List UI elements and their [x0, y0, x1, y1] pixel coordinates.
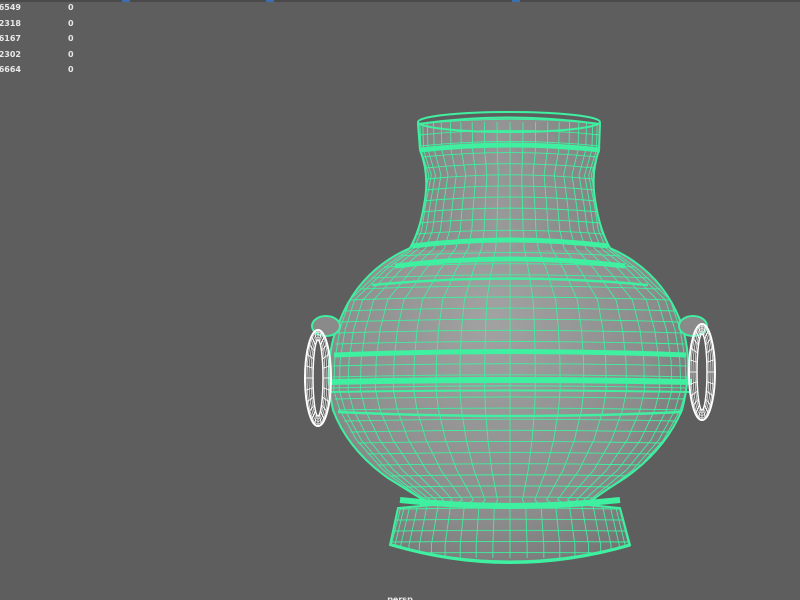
vase-surface — [328, 117, 689, 562]
vase-mesh-icon[interactable] — [0, 0, 800, 600]
camera-label: persp — [387, 595, 413, 600]
ring-inner-outline — [696, 333, 708, 411]
ring-handle-icon[interactable] — [688, 323, 716, 421]
ring-inner-outline — [312, 339, 324, 417]
viewport-persp[interactable]: 6549 0 12318 0 6167 0 12302 0 6664 0 — [0, 0, 800, 600]
ring-handle-icon[interactable] — [304, 329, 332, 427]
